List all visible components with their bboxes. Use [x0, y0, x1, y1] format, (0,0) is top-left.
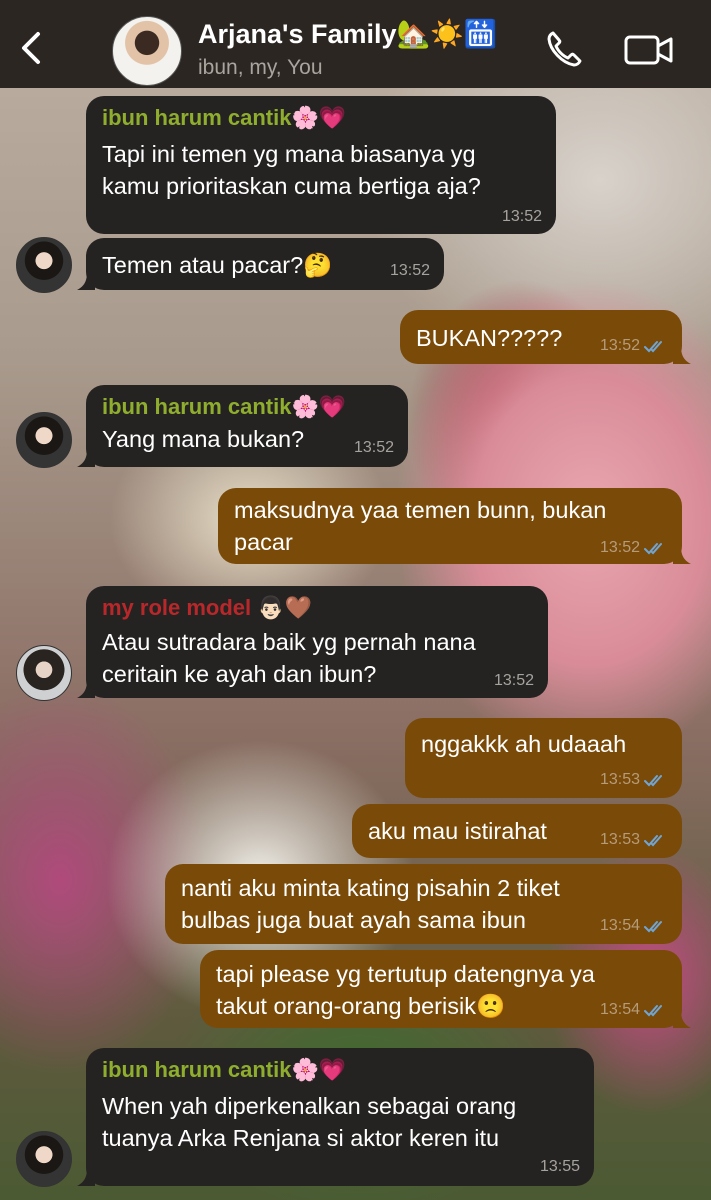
- read-receipt-icon: [644, 341, 662, 353]
- chevron-left-icon: [22, 32, 40, 64]
- message-meta: 13:53: [600, 771, 668, 789]
- read-receipt-icon: [644, 775, 662, 787]
- message-meta: 13:52: [600, 337, 668, 355]
- message-time: 13:54: [599, 1001, 640, 1018]
- message-text: nanti aku minta kating pisahin 2 tiket b…: [181, 875, 560, 933]
- bubble-tail: [673, 1010, 691, 1028]
- sender-avatar[interactable]: [16, 412, 72, 468]
- message-meta: 13:52: [390, 262, 430, 280]
- chat-header: Arjana's Family🏡☀️🛗 ibun, my, You: [0, 0, 711, 88]
- sender-name[interactable]: ibun harum cantik🌸💗: [102, 393, 392, 421]
- outgoing-message[interactable]: tapi please yg tertutup datengnya ya tak…: [200, 950, 691, 1028]
- message-text: Atau sutradara baik yg pernah nana cerit…: [102, 629, 476, 687]
- message-meta: 13:52: [494, 672, 534, 690]
- message-meta: 13:54: [600, 1001, 668, 1019]
- incoming-message[interactable]: ibun harum cantik🌸💗 When yah diperkenalk…: [77, 1048, 594, 1186]
- group-avatar[interactable]: [112, 16, 182, 86]
- message-time: 13:52: [493, 672, 534, 689]
- video-camera-icon: [624, 35, 673, 65]
- message-time: 13:52: [599, 337, 640, 354]
- sender-avatar[interactable]: [16, 1131, 72, 1187]
- message-time: 13:52: [599, 539, 640, 556]
- read-receipt-icon: [644, 543, 662, 555]
- sender-avatar[interactable]: [16, 237, 72, 293]
- bubble-tail: [77, 1168, 95, 1186]
- message-text: Yang mana bukan?: [102, 426, 305, 452]
- sender-name[interactable]: ibun harum cantik🌸💗: [102, 104, 540, 132]
- incoming-message[interactable]: ibun harum cantik🌸💗 Yang mana bukan? 13:…: [77, 385, 408, 467]
- bubble-tail: [673, 346, 691, 364]
- bubble-tail: [77, 272, 95, 290]
- voice-call-button[interactable]: [544, 28, 586, 70]
- message-time: 13:52: [353, 439, 394, 456]
- outgoing-message[interactable]: BUKAN????? 13:52: [400, 310, 691, 364]
- phone-icon: [547, 31, 582, 67]
- message-meta: 13:54: [600, 917, 668, 935]
- message-text: When yah diperkenalkan sebagai orang tua…: [102, 1093, 517, 1151]
- message-text: Temen atau pacar?🤔: [102, 252, 333, 278]
- outgoing-message[interactable]: nanti aku minta kating pisahin 2 tiket b…: [165, 864, 682, 944]
- back-button[interactable]: [14, 30, 50, 66]
- sender-name[interactable]: ibun harum cantik🌸💗: [102, 1056, 578, 1084]
- message-meta: 13:53: [600, 831, 668, 849]
- read-receipt-icon: [644, 921, 662, 933]
- sender-avatar[interactable]: [16, 645, 72, 701]
- bubble-tail: [77, 449, 95, 467]
- read-receipt-icon: [644, 835, 662, 847]
- message-meta: 13:55: [540, 1158, 580, 1176]
- incoming-message[interactable]: my role model 👨🏻🤎 Atau sutradara baik yg…: [77, 586, 548, 698]
- incoming-message[interactable]: ibun harum cantik🌸💗 Tapi ini temen yg ma…: [86, 96, 556, 234]
- message-meta: 13:52: [502, 208, 542, 226]
- incoming-message[interactable]: Temen atau pacar?🤔 13:52: [77, 238, 444, 290]
- message-time: 13:55: [539, 1158, 580, 1175]
- outgoing-message[interactable]: maksudnya yaa temen bunn, bukan pacar 13…: [218, 488, 691, 564]
- bubble-tail: [77, 680, 95, 698]
- message-time: 13:52: [389, 262, 430, 279]
- message-text: Tapi ini temen yg mana biasanya yg kamu …: [102, 141, 481, 199]
- bubble-tail: [673, 546, 691, 564]
- message-time: 13:53: [599, 831, 640, 848]
- read-receipt-icon: [644, 1005, 662, 1017]
- group-name[interactable]: Arjana's Family🏡☀️🛗: [198, 18, 497, 50]
- video-call-button[interactable]: [623, 32, 675, 68]
- group-members[interactable]: ibun, my, You: [198, 56, 323, 80]
- message-time: 13:52: [501, 208, 542, 225]
- message-time: 13:53: [599, 771, 640, 788]
- outgoing-message[interactable]: nggakkk ah udaaah 13:53: [405, 718, 682, 798]
- message-meta: 13:52: [600, 539, 668, 557]
- outgoing-message[interactable]: aku mau istirahat 13:53: [352, 804, 682, 858]
- message-text: tapi please yg tertutup datengnya ya tak…: [216, 961, 595, 1019]
- message-time: 13:54: [599, 917, 640, 934]
- message-text: nggakkk ah udaaah: [421, 731, 627, 757]
- message-meta: 13:52: [354, 439, 394, 457]
- sender-name[interactable]: my role model 👨🏻🤎: [102, 594, 532, 622]
